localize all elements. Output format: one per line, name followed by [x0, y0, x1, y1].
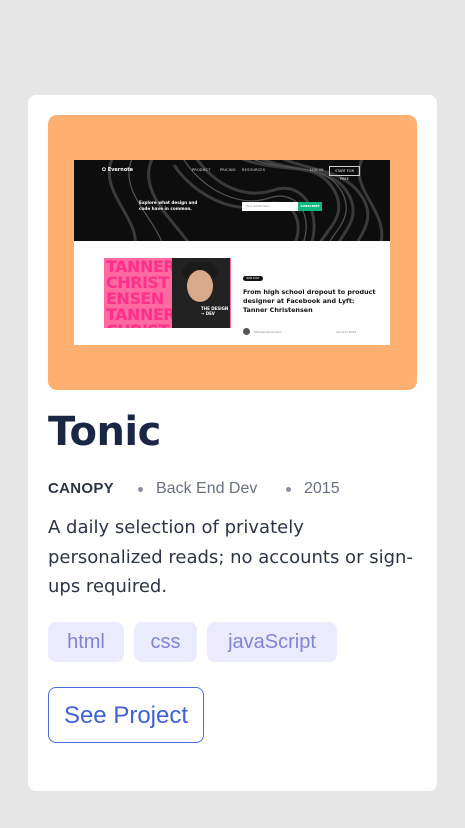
preview-subscribe-button: SUBSCRIBE — [298, 202, 322, 211]
preview-logo: ⭘ Evernote — [102, 167, 134, 173]
preview-new-post-pill: NEW POST — [243, 276, 263, 281]
tag-html: html — [48, 622, 124, 662]
preview-author: Michael Rostoutov — [254, 330, 282, 334]
preview-nav-product: PRODUCT — [192, 168, 211, 172]
preview-nav-resources: RESOURCES — [242, 168, 266, 172]
see-project-button[interactable]: See Project — [48, 687, 204, 743]
preview-start-button: START FOR FREE — [329, 166, 360, 181]
project-meta: CANOPY Back End Dev 2015 — [48, 480, 428, 498]
preview-author-avatar — [243, 328, 250, 335]
tag-javascript: javaScript — [207, 622, 337, 662]
preview-email-input: Your email here — [242, 202, 298, 211]
portrait-face — [187, 270, 213, 302]
project-thumbnail: ⭘ Evernote PRODUCT PRICING RESOURCES LOG… — [48, 115, 417, 390]
tag-css: css — [134, 622, 197, 662]
preview-date: 20 April 2019 — [336, 330, 357, 334]
poster-text: TANNER CHRISTENSEN TANNER CHRISTENSEN — [106, 258, 176, 329]
project-role: Back End Dev — [156, 480, 258, 497]
preview-body: TANNER CHRISTENSEN TANNER CHRISTENSEN TH… — [74, 241, 390, 345]
project-description: A daily selection of privately personali… — [48, 517, 413, 597]
preview-poster: TANNER CHRISTENSEN TANNER CHRISTENSEN TH… — [104, 258, 231, 328]
preview-nav: ⭘ Evernote PRODUCT PRICING RESOURCES LOG… — [74, 160, 390, 184]
meta-separator-dot — [286, 487, 291, 492]
project-card: ⭘ Evernote PRODUCT PRICING RESOURCES LOG… — [28, 95, 437, 791]
preview-hero: ⭘ Evernote PRODUCT PRICING RESOURCES LOG… — [74, 160, 390, 241]
meta-separator-dot — [138, 487, 143, 492]
poster-portrait — [172, 258, 230, 328]
project-company: CANOPY — [48, 480, 114, 497]
website-preview: ⭘ Evernote PRODUCT PRICING RESOURCES LOG… — [74, 160, 390, 345]
poster-badge: THE DESIGN → DEV — [201, 306, 229, 316]
preview-nav-login: LOG IN — [310, 168, 324, 172]
project-title: Tonic — [48, 409, 161, 455]
preview-hero-title: Explore what design and code have in com… — [139, 200, 198, 211]
preview-nav-pricing: PRICING — [220, 168, 236, 172]
preview-headline: From high school dropout to product desi… — [243, 288, 376, 314]
project-year: 2015 — [304, 480, 340, 497]
